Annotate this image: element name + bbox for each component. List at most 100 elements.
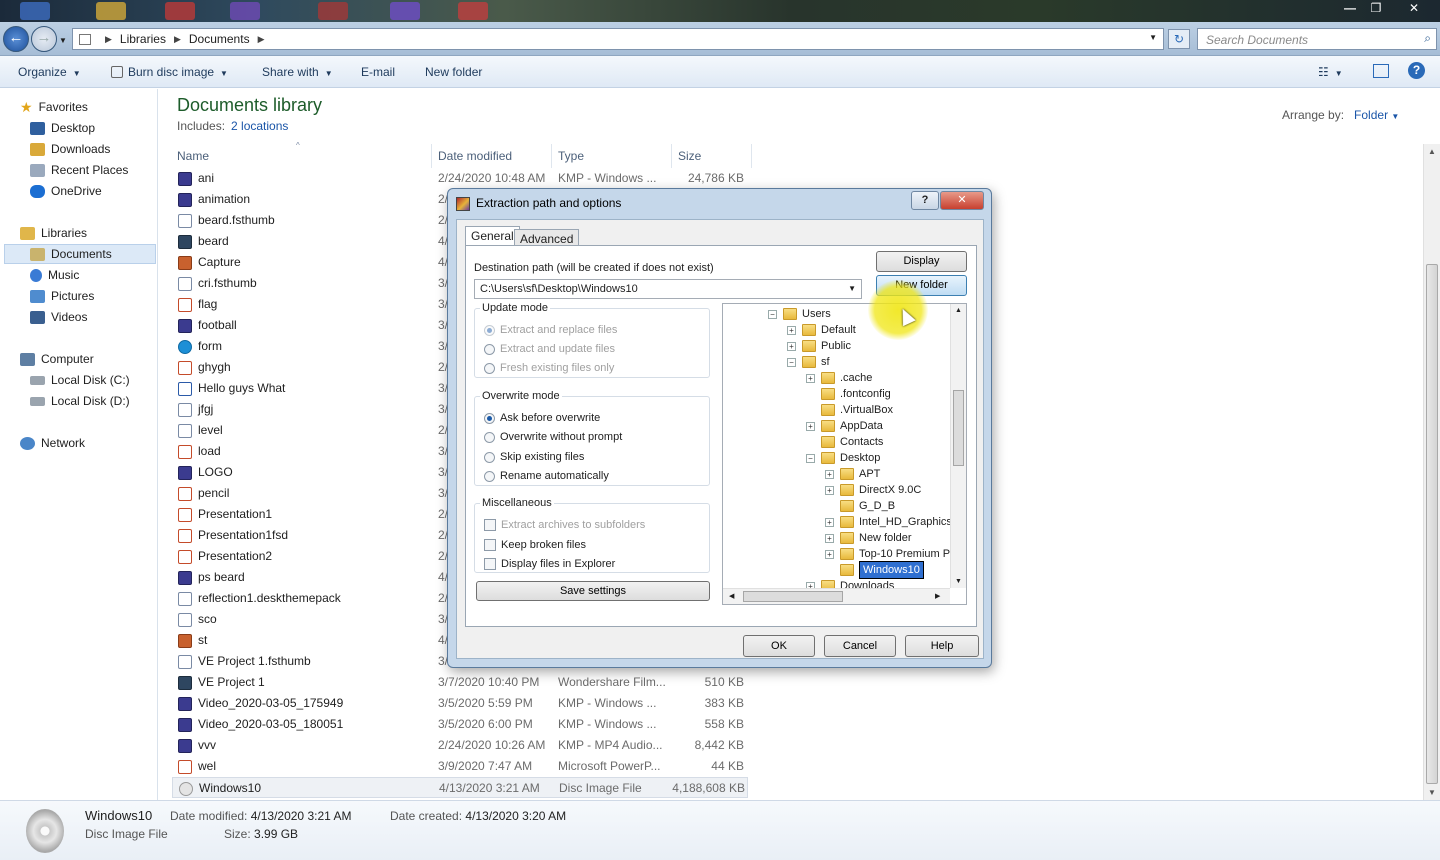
- sidebar-item-documents[interactable]: Documents: [4, 244, 156, 264]
- sidebar-item-local-disk-c[interactable]: Local Disk (C:): [30, 370, 130, 390]
- checkbox-keep-broken[interactable]: Keep broken files: [484, 539, 586, 551]
- email-button[interactable]: E-mail: [361, 65, 395, 79]
- sidebar-item-local-disk-d[interactable]: Local Disk (D:): [30, 391, 130, 411]
- sidebar-item-recent-places[interactable]: Recent Places: [30, 160, 128, 180]
- tree-expander-icon[interactable]: +: [825, 549, 834, 559]
- column-divider[interactable]: [671, 144, 672, 168]
- tree-node[interactable]: + AppData: [806, 418, 883, 434]
- tree-node[interactable]: + .cache: [806, 370, 872, 386]
- close-window-button[interactable]: ✕: [1398, 0, 1430, 18]
- scroll-down-icon[interactable]: ▼: [1428, 788, 1436, 797]
- tree-scroll-left-icon[interactable]: ◀: [729, 592, 734, 600]
- column-header-type[interactable]: Type: [558, 149, 584, 163]
- column-header-size[interactable]: Size: [678, 149, 701, 163]
- breadcrumb-documents[interactable]: Documents: [189, 32, 250, 46]
- file-row[interactable]: wel 3/9/2020 7:47 AM Microsoft PowerP... 44…: [172, 756, 748, 777]
- radio-extract-replace[interactable]: Extract and replace files: [484, 324, 617, 336]
- tree-scroll-thumb[interactable]: [953, 390, 964, 466]
- cancel-button[interactable]: Cancel: [824, 635, 896, 657]
- forward-button[interactable]: →: [31, 26, 57, 52]
- tree-expander-icon[interactable]: −: [787, 357, 796, 367]
- path-dropdown-icon[interactable]: ▼: [848, 280, 856, 298]
- radio-fresh-existing[interactable]: Fresh existing files only: [484, 362, 614, 374]
- search-input[interactable]: Search Documents ⌕: [1197, 28, 1437, 50]
- change-view-icon[interactable]: ☷ ▼: [1318, 65, 1343, 79]
- sidebar-item-onedrive[interactable]: OneDrive: [30, 181, 102, 201]
- tree-node[interactable]: Contacts: [806, 434, 883, 450]
- sidebar-item-music[interactable]: Music: [30, 265, 79, 285]
- tree-expander-icon[interactable]: +: [825, 517, 834, 527]
- help-button[interactable]: Help: [905, 635, 979, 657]
- checkbox-extract-subfolders[interactable]: Extract archives to subfolders: [484, 519, 645, 531]
- file-row[interactable]: Video_2020-03-05_180051 3/5/2020 6:00 PM K…: [172, 714, 748, 735]
- address-box[interactable]: ▶ Libraries ▶ Documents ▶ ▼: [72, 28, 1164, 50]
- scroll-up-icon[interactable]: ▲: [1428, 147, 1436, 156]
- maximize-button[interactable]: ❐: [1362, 0, 1390, 18]
- tree-node[interactable]: − Desktop: [806, 450, 880, 466]
- radio-extract-update[interactable]: Extract and update files: [484, 343, 615, 355]
- help-icon[interactable]: ?: [1408, 62, 1425, 79]
- tree-expander-icon[interactable]: +: [825, 469, 834, 479]
- tree-expander-icon[interactable]: +: [787, 341, 796, 351]
- column-divider[interactable]: [551, 144, 552, 168]
- sidebar-favorites[interactable]: ★ Favorites: [20, 97, 88, 117]
- dialog-help-button[interactable]: ?: [911, 191, 939, 210]
- address-dropdown-icon[interactable]: ▼: [1149, 33, 1157, 42]
- tree-node[interactable]: .fontconfig: [806, 386, 891, 402]
- back-button[interactable]: ←: [3, 26, 29, 52]
- file-row[interactable]: vvv 2/24/2020 10:26 AM KMP - MP4 Audio... 8…: [172, 735, 748, 756]
- tree-node[interactable]: + DirectX 9.0C: [825, 482, 921, 498]
- tree-node[interactable]: − sf: [787, 354, 830, 370]
- save-settings-button[interactable]: Save settings: [476, 581, 710, 601]
- new-folder-button[interactable]: New folder: [425, 65, 482, 79]
- file-row[interactable]: Windows10 4/13/2020 3:21 AM Disc Image Fil…: [172, 777, 748, 798]
- sidebar-item-videos[interactable]: Videos: [30, 307, 87, 327]
- tree-horizontal-scrollbar[interactable]: ◀ ▶: [723, 588, 950, 604]
- tree-node[interactable]: .VirtualBox: [806, 402, 893, 418]
- radio-ask-before-overwrite[interactable]: Ask before overwrite: [484, 412, 600, 424]
- tree-scroll-up-icon[interactable]: ▲: [955, 307, 962, 314]
- tree-scroll-right-icon[interactable]: ▶: [935, 592, 940, 600]
- tree-node[interactable]: − Users: [768, 306, 831, 322]
- checkbox-display-in-explorer[interactable]: Display files in Explorer: [484, 558, 615, 570]
- column-header-date[interactable]: Date modified: [438, 149, 512, 163]
- tree-node[interactable]: + Default: [787, 322, 856, 338]
- tree-node[interactable]: + APT: [825, 466, 880, 482]
- tree-expander-icon[interactable]: +: [825, 485, 834, 495]
- sidebar-item-pictures[interactable]: Pictures: [30, 286, 94, 306]
- burn-disc-image-button[interactable]: Burn disc image ▼: [111, 65, 228, 79]
- preview-pane-icon[interactable]: [1373, 64, 1389, 78]
- tree-node[interactable]: + Public: [787, 338, 851, 354]
- recent-pages-chevron-icon[interactable]: ▼: [59, 36, 67, 45]
- minimize-button[interactable]: —: [1336, 0, 1364, 18]
- tree-node[interactable]: + Top-10 Premium Pl: [825, 546, 953, 562]
- tree-node[interactable]: + Intel_HD_Graphics: [825, 514, 952, 530]
- column-divider[interactable]: [751, 144, 752, 168]
- refresh-icon[interactable]: ↻: [1168, 29, 1190, 49]
- display-button[interactable]: Display: [876, 251, 967, 272]
- file-row[interactable]: VE Project 1 3/7/2020 10:40 PM Wondershare…: [172, 672, 748, 693]
- radio-skip-existing[interactable]: Skip existing files: [484, 451, 584, 463]
- column-header-name[interactable]: Name: [177, 149, 209, 163]
- tree-expander-icon[interactable]: +: [806, 421, 815, 431]
- sidebar-libraries[interactable]: Libraries: [20, 223, 87, 243]
- share-with-button[interactable]: Share with ▼: [262, 65, 333, 79]
- radio-overwrite-without-prompt[interactable]: Overwrite without prompt: [484, 431, 622, 443]
- sidebar-network[interactable]: Network: [20, 433, 85, 453]
- tree-expander-icon[interactable]: +: [825, 533, 834, 543]
- sidebar-computer[interactable]: Computer: [20, 349, 94, 369]
- folder-tree[interactable]: − Users + Default + Public − sf + .cache .fontconf…: [722, 303, 967, 605]
- search-icon[interactable]: ⌕: [1424, 31, 1431, 46]
- arrange-by-dropdown[interactable]: Folder ▼: [1354, 108, 1399, 122]
- ok-button[interactable]: OK: [743, 635, 815, 657]
- file-row[interactable]: Video_2020-03-05_175949 3/5/2020 5:59 PM K…: [172, 693, 748, 714]
- breadcrumb-libraries[interactable]: Libraries: [120, 32, 166, 46]
- vertical-scrollbar[interactable]: ▲ ▼: [1423, 144, 1440, 800]
- tree-node[interactable]: Windows10: [825, 560, 925, 580]
- destination-path-field[interactable]: C:\Users\sf\Desktop\Windows10 ▼: [474, 279, 862, 299]
- scrollbar-thumb[interactable]: [1426, 264, 1438, 784]
- tree-node[interactable]: G_D_B: [825, 498, 895, 514]
- sidebar-item-desktop[interactable]: Desktop: [30, 118, 95, 138]
- tree-expander-icon[interactable]: +: [787, 325, 796, 335]
- column-divider[interactable]: [431, 144, 432, 168]
